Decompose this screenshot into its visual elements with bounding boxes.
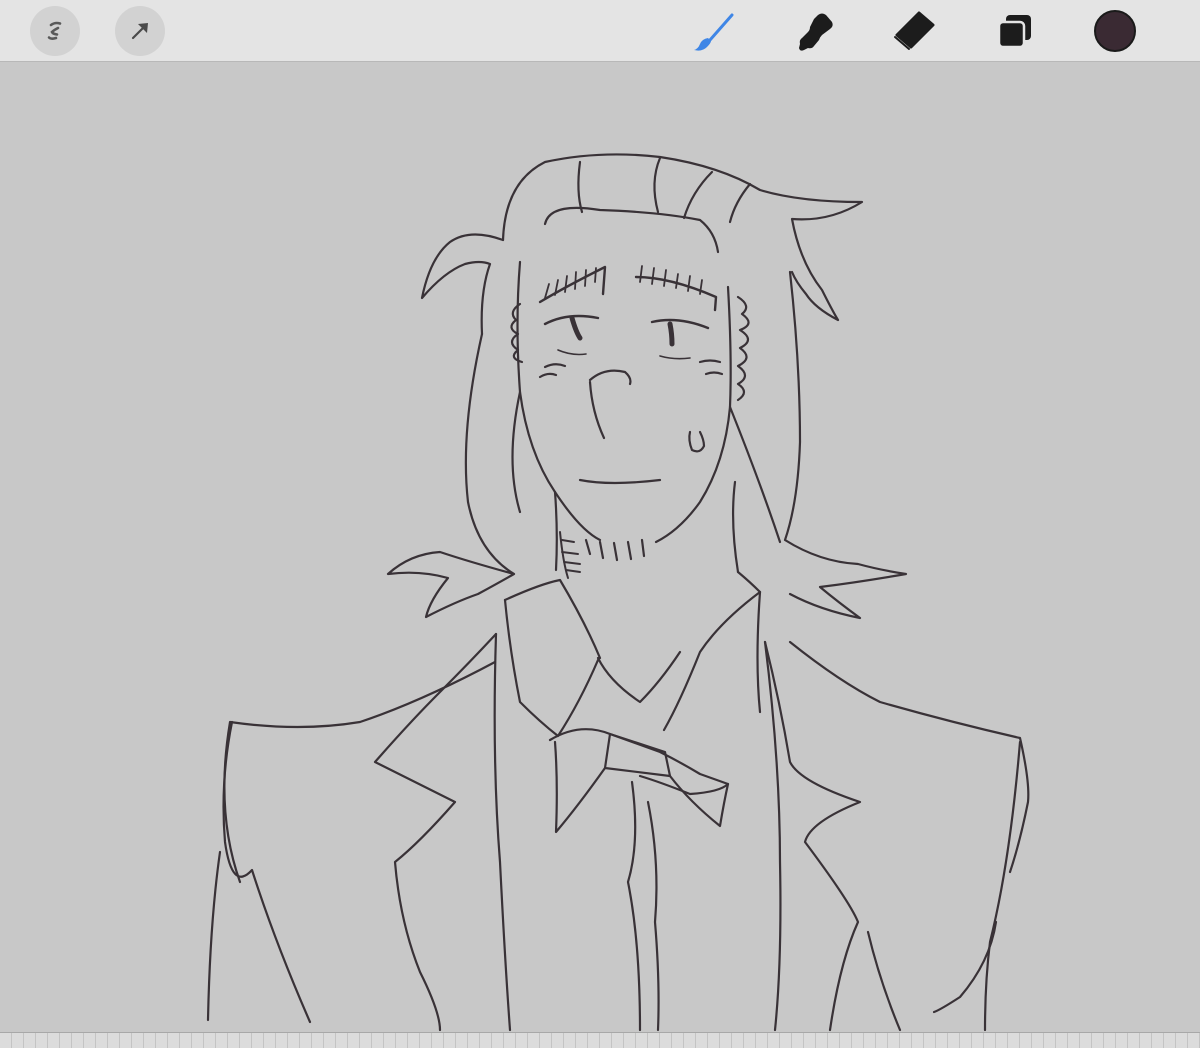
bottom-timeline-strip (0, 1032, 1200, 1048)
top-toolbar (0, 0, 1200, 62)
sketch-artwork (206, 153, 1030, 1032)
layers-icon (997, 15, 1031, 49)
smudge-icon (799, 13, 833, 51)
adjustments-button[interactable] (30, 6, 80, 56)
layers-button[interactable] (990, 6, 1040, 56)
smudge-tool-button[interactable] (788, 6, 838, 56)
brush-tool-button[interactable] (688, 6, 738, 56)
selection-button[interactable] (115, 6, 165, 56)
eraser-tool-button[interactable] (888, 6, 938, 56)
drawing-app (0, 0, 1200, 1048)
brush-icon (694, 13, 734, 51)
selection-arrow-icon (131, 23, 148, 40)
adjustments-icon (47, 21, 62, 40)
current-color-swatch (1094, 10, 1136, 52)
sketch-strokes (206, 153, 1030, 1032)
color-picker-button[interactable] (1090, 6, 1140, 56)
eraser-icon (894, 11, 935, 50)
drawing-canvas[interactable] (0, 62, 1200, 1032)
